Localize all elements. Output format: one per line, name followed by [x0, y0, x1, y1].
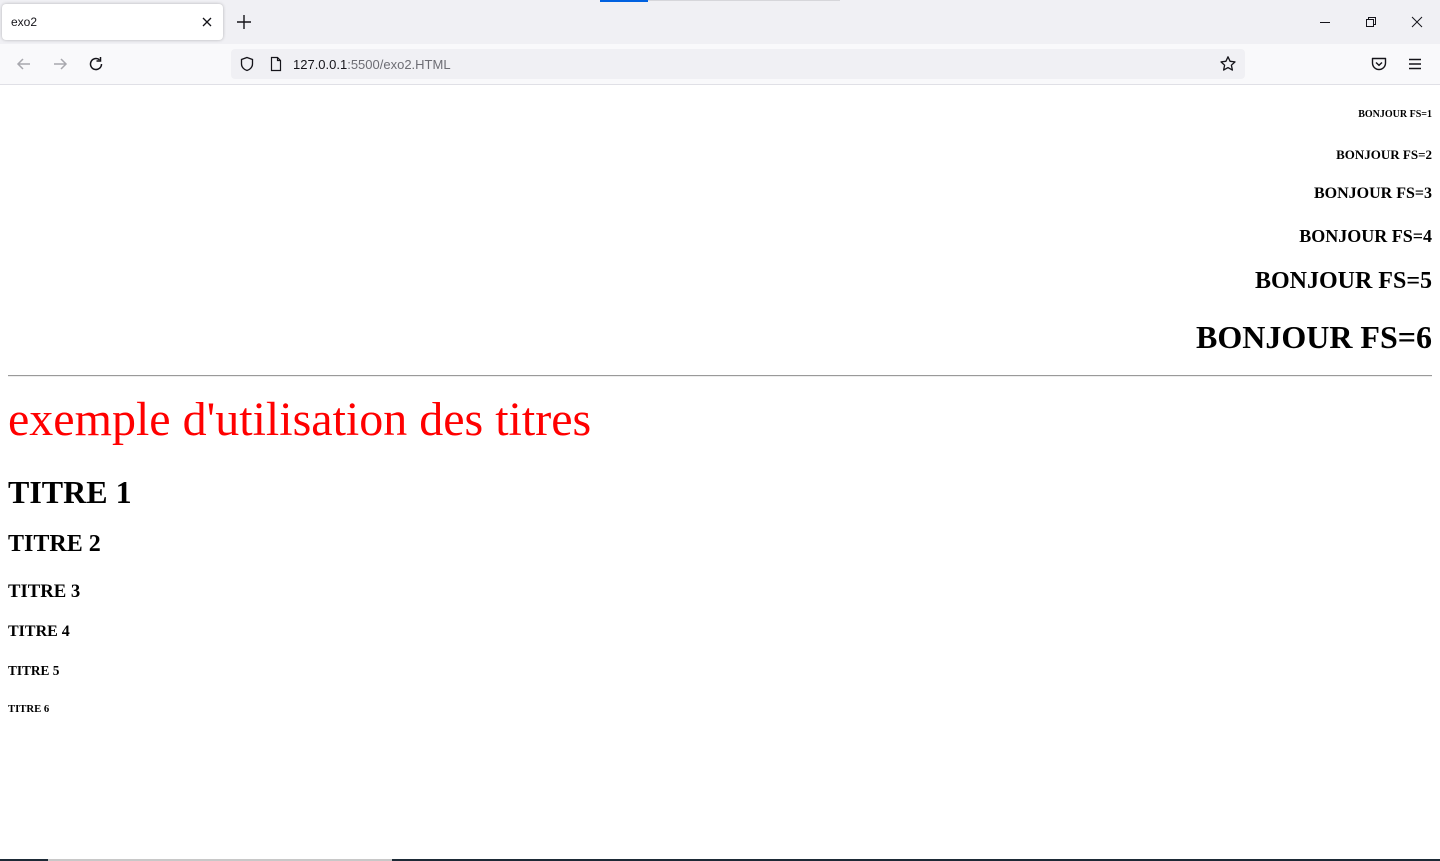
heading-titre-1: TITRE 1: [8, 474, 132, 510]
tab-strip: exo2: [0, 0, 1440, 44]
new-tab-plus-icon[interactable]: [233, 11, 255, 33]
address-bar[interactable]: 127.0.0.1:5500/exo2.HTML: [231, 49, 1245, 79]
heading-titre-2: TITRE 2: [8, 531, 101, 557]
navigation-toolbar: 127.0.0.1:5500/exo2.HTML: [0, 44, 1440, 85]
url-path: :5500/exo2.HTML: [347, 57, 451, 72]
bonjour-fs-4: BONJOUR FS=4: [1299, 226, 1432, 246]
heading-titre-6: TITRE 6: [8, 703, 50, 715]
restore-window-icon[interactable]: [1361, 12, 1381, 32]
bookmark-star-icon[interactable]: [1219, 55, 1237, 73]
pocket-icon[interactable]: [1369, 54, 1389, 74]
bonjour-fs-2: BONJOUR FS=2: [1336, 147, 1432, 162]
minimize-window-icon[interactable]: [1315, 12, 1335, 32]
tracking-protection-shield-icon[interactable]: [239, 56, 255, 72]
tab-title: exo2: [11, 15, 38, 29]
bonjour-fs-3: BONJOUR FS=3: [1313, 185, 1432, 202]
back-arrow-icon[interactable]: [14, 54, 34, 74]
bonjour-fs-5: BONJOUR FS=5: [1254, 268, 1432, 294]
heading-titre-4: TITRE 4: [8, 623, 70, 640]
horizontal-rule: [8, 375, 1432, 377]
close-tab-icon[interactable]: [197, 12, 217, 32]
page-content: BONJOUR FS=1 BONJOUR FS=2 BONJOUR FS=3 B…: [0, 85, 1440, 861]
bonjour-fs-6: BONJOUR FS=6: [1195, 319, 1432, 355]
page-info-icon[interactable]: [268, 56, 284, 72]
bonjour-fs-1: BONJOUR FS=1: [1358, 109, 1432, 120]
heading-titre-3: TITRE 3: [8, 581, 81, 602]
tab-accent-track: [648, 0, 840, 1]
url-text[interactable]: 127.0.0.1:5500/exo2.HTML: [293, 57, 451, 72]
close-window-icon[interactable]: [1407, 12, 1427, 32]
page-title: exemple d'utilisation des titres: [8, 393, 592, 446]
tab-accent-indicator: [600, 0, 648, 2]
tab-exo2[interactable]: exo2: [2, 4, 223, 40]
reload-icon[interactable]: [86, 54, 106, 74]
url-host: 127.0.0.1: [293, 57, 348, 72]
heading-titre-5: TITRE 5: [8, 663, 60, 678]
hamburger-menu-icon[interactable]: [1405, 54, 1425, 74]
forward-arrow-icon[interactable]: [50, 54, 70, 74]
